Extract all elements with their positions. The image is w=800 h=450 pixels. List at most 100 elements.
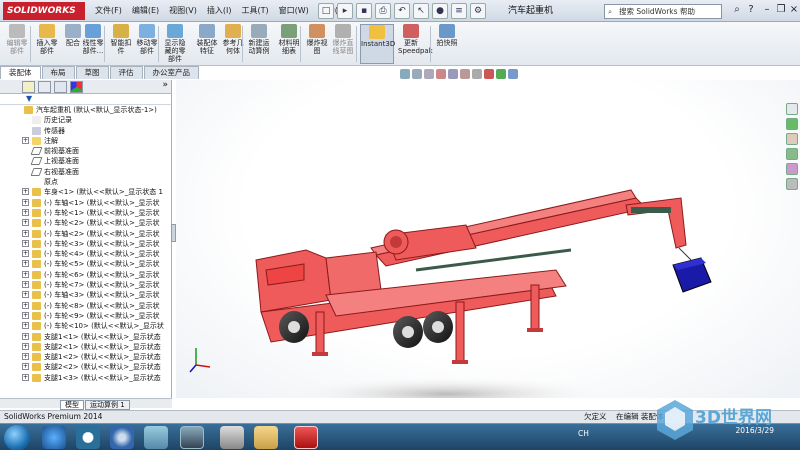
minimize-icon[interactable]: –: [760, 3, 774, 17]
options-icon[interactable]: ⚙: [470, 3, 486, 19]
tree-item[interactable]: 右视基准面: [0, 167, 171, 177]
tree-item[interactable]: 传感器: [0, 126, 171, 136]
menu-item[interactable]: 视图(V): [164, 0, 202, 22]
expand-toggle[interactable]: +: [22, 188, 29, 196]
expand-toggle[interactable]: +: [22, 136, 29, 144]
graphics-area[interactable]: [176, 80, 800, 412]
view-settings-icon[interactable]: [508, 69, 518, 79]
expand-toggle[interactable]: +: [22, 291, 29, 299]
tree-item[interactable]: + 支腿2<2> (默认<<默认>_显示状态: [0, 362, 171, 372]
bottom-tab-1[interactable]: 运动算例 1: [85, 400, 130, 410]
help-search-input[interactable]: ⌕ 搜索 SolidWorks 帮助: [604, 4, 722, 19]
hide-show-items-icon[interactable]: [472, 69, 482, 79]
previous-view-icon[interactable]: [424, 69, 434, 79]
close-icon[interactable]: ×: [788, 3, 800, 17]
solidworks-taskbar-icon[interactable]: [294, 426, 318, 449]
tree-item[interactable]: + (-) 车轴<3> (默认<<默认>_显示状: [0, 290, 171, 300]
tab-4[interactable]: 办公室产品: [143, 66, 199, 79]
k-app-icon[interactable]: [76, 426, 100, 449]
bom-button[interactable]: 材料明 细表: [276, 24, 302, 64]
tree-item[interactable]: + 支腿2<1> (默认<<默认>_显示状态: [0, 342, 171, 352]
tree-item[interactable]: + 车身<1> (默认<<默认>_显示状态 1: [0, 187, 171, 197]
exploded-view-button[interactable]: 爆炸视 图: [304, 24, 330, 64]
search-go-icon[interactable]: ⌕: [730, 3, 744, 17]
tree-item[interactable]: + 注解: [0, 136, 171, 146]
restore-icon[interactable]: ❐: [774, 3, 788, 17]
expand-toggle[interactable]: +: [22, 260, 29, 268]
select-icon[interactable]: ↖: [413, 3, 429, 19]
view-orientation-icon[interactable]: [448, 69, 458, 79]
tree-root[interactable]: 汽车起重机 (默认<默认_显示状态-1>): [0, 105, 171, 115]
start-button[interactable]: [4, 425, 30, 450]
section-view-icon[interactable]: [436, 69, 446, 79]
zoom-to-fit-icon[interactable]: [400, 69, 410, 79]
insert-component-button[interactable]: 插入零 部件: [34, 24, 60, 64]
expand-toggle[interactable]: +: [22, 229, 29, 237]
custom-properties-icon[interactable]: [786, 178, 798, 190]
expand-toggle[interactable]: +: [22, 250, 29, 258]
solidworks-resources-icon[interactable]: [786, 103, 798, 115]
open-icon[interactable]: ▸: [337, 3, 353, 19]
tab-0[interactable]: 装配体: [0, 66, 41, 79]
new-motion-study-button[interactable]: 新建运 动算例: [246, 24, 272, 64]
design-library-icon[interactable]: [786, 118, 798, 130]
explode-line-sketch-button[interactable]: 爆炸直 线草图: [330, 24, 356, 64]
menu-item[interactable]: 文件(F): [90, 0, 127, 22]
drawing-app-icon[interactable]: [180, 426, 204, 449]
language-indicator[interactable]: CH: [578, 429, 589, 438]
menu-item[interactable]: 工具(T): [236, 0, 273, 22]
tree-item[interactable]: + (-) 车轮<4> (默认<<默认>_显示状: [0, 249, 171, 259]
undo-icon[interactable]: ↶: [394, 3, 410, 19]
file-properties-icon[interactable]: ≡: [451, 3, 467, 19]
tab-1[interactable]: 布局: [41, 66, 75, 79]
snapshot-button[interactable]: 拍快照: [434, 24, 460, 64]
tree-item[interactable]: + (-) 车轮<9> (默认<<默认>_显示状: [0, 311, 171, 321]
tree-item[interactable]: + 支腿1<3> (默认<<默认>_显示状态: [0, 373, 171, 383]
expand-toggle[interactable]: +: [22, 239, 29, 247]
property-manager-tab-icon[interactable]: [38, 81, 51, 93]
help-icon[interactable]: ?: [744, 3, 758, 17]
file-explorer-icon[interactable]: [786, 133, 798, 145]
speedpak-button[interactable]: 更新 Speedpak: [398, 24, 433, 64]
apply-scene-icon[interactable]: [496, 69, 506, 79]
display-manager-tab-icon[interactable]: [70, 81, 83, 93]
tree-item[interactable]: + (-) 车轮<10> (默认<<默认>_显示状: [0, 321, 171, 331]
tab-3[interactable]: 评估: [109, 66, 143, 79]
expand-toggle[interactable]: +: [22, 363, 29, 371]
zoom-area-icon[interactable]: [412, 69, 422, 79]
tree-item[interactable]: + (-) 车轮<5> (默认<<默认>_显示状: [0, 259, 171, 269]
tree-item[interactable]: 历史记录: [0, 115, 171, 125]
tree-item[interactable]: 上视基准面: [0, 156, 171, 166]
tree-item[interactable]: + (-) 车轮<8> (默认<<默认>_显示状: [0, 301, 171, 311]
tree-item[interactable]: + (-) 车轮<7> (默认<<默认>_显示状: [0, 280, 171, 290]
tree-item[interactable]: + (-) 车轮<6> (默认<<默认>_显示状: [0, 270, 171, 280]
expand-toggle[interactable]: +: [22, 281, 29, 289]
rebuild-icon[interactable]: ●: [432, 3, 448, 19]
expand-toggle[interactable]: +: [22, 208, 29, 216]
configuration-tab-icon[interactable]: [54, 81, 67, 93]
folder-icon[interactable]: [254, 426, 278, 449]
show-hidden-button[interactable]: 显示隐 藏的零 部件: [162, 24, 188, 64]
tree-item[interactable]: + (-) 车轮<1> (默认<<默认>_显示状: [0, 208, 171, 218]
smart-fastener-button[interactable]: 智能扣 件: [108, 24, 134, 64]
calculator-icon[interactable]: [220, 426, 244, 449]
tree-item[interactable]: 原点: [0, 177, 171, 187]
new-document-icon[interactable]: □: [318, 3, 334, 19]
tree-item[interactable]: + (-) 车轮<2> (默认<<默认>_显示状: [0, 218, 171, 228]
expand-toggle[interactable]: +: [22, 373, 29, 381]
expand-toggle[interactable]: +: [22, 301, 29, 309]
expand-toggle[interactable]: +: [22, 198, 29, 206]
tree-item[interactable]: 前视基准面: [0, 146, 171, 156]
expand-toggle[interactable]: +: [22, 332, 29, 340]
expand-toggle[interactable]: +: [22, 311, 29, 319]
expand-toggle[interactable]: +: [22, 342, 29, 350]
feather-app-icon[interactable]: [144, 426, 168, 449]
tree-item[interactable]: + (-) 车轮<3> (默认<<默认>_显示状: [0, 239, 171, 249]
expand-toggle[interactable]: +: [22, 219, 29, 227]
tab-2[interactable]: 草图: [75, 66, 109, 79]
bottom-tab-0[interactable]: 模型: [60, 400, 84, 410]
tree-filter[interactable]: ▼: [0, 94, 171, 105]
assembly-feature-button[interactable]: 装配体 特征: [194, 24, 220, 64]
tree-item[interactable]: + (-) 车轴<2> (默认<<默认>_显示状: [0, 229, 171, 239]
save-icon[interactable]: ▪: [356, 3, 372, 19]
